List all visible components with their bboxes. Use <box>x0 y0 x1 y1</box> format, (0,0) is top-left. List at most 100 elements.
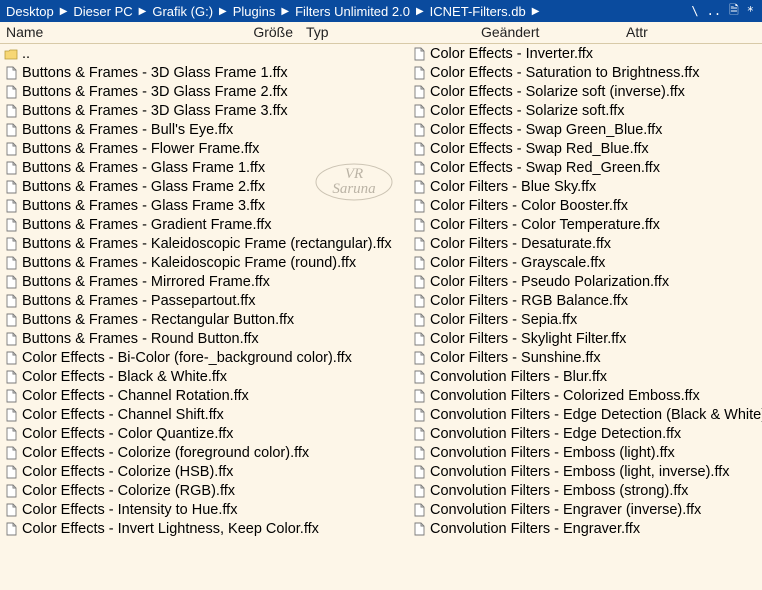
file-row[interactable]: Buttons & Frames - Gradient Frame.ffx <box>0 215 408 234</box>
column-header-modified[interactable]: Geändert <box>475 22 620 43</box>
crumb-fu20[interactable]: Filters Unlimited 2.0 <box>293 4 412 19</box>
file-label: Color Filters - Desaturate.ffx <box>430 236 611 252</box>
file-row[interactable]: Convolution Filters - Edge Detection (Bl… <box>408 405 762 424</box>
file-row[interactable]: Convolution Filters - Colorized Emboss.f… <box>408 386 762 405</box>
file-icon <box>4 104 18 118</box>
file-row[interactable]: Color Effects - Intensity to Hue.ffx <box>0 500 408 519</box>
column-header-type[interactable]: Typ <box>300 22 475 43</box>
file-row[interactable]: Buttons & Frames - Rectangular Button.ff… <box>0 310 408 329</box>
file-row[interactable]: Color Filters - Blue Sky.ffx <box>408 177 762 196</box>
file-label: .. <box>22 46 30 62</box>
column-header-name[interactable]: Name <box>0 22 238 43</box>
file-row[interactable]: Buttons & Frames - Glass Frame 2.ffx <box>0 177 408 196</box>
file-row[interactable]: Convolution Filters - Edge Detection.ffx <box>408 424 762 443</box>
file-row[interactable]: Buttons & Frames - Flower Frame.ffx <box>0 139 408 158</box>
file-row[interactable]: Color Effects - Solarize soft (inverse).… <box>408 82 762 101</box>
file-icon <box>412 294 426 308</box>
file-row[interactable]: Color Effects - Colorize (RGB).ffx <box>0 481 408 500</box>
file-row[interactable]: Color Filters - Sunshine.ffx <box>408 348 762 367</box>
file-row[interactable]: Buttons & Frames - 3D Glass Frame 3.ffx <box>0 101 408 120</box>
file-label: Buttons & Frames - Kaleidoscopic Frame (… <box>22 236 392 252</box>
file-row[interactable]: Buttons & Frames - 3D Glass Frame 2.ffx <box>0 82 408 101</box>
file-row[interactable]: Color Filters - Color Temperature.ffx <box>408 215 762 234</box>
file-row[interactable]: Color Effects - Swap Green_Blue.ffx <box>408 120 762 139</box>
file-row[interactable]: Color Effects - Swap Red_Green.ffx <box>408 158 762 177</box>
file-row[interactable]: Color Effects - Saturation to Brightness… <box>408 63 762 82</box>
toolbar-star-button[interactable]: * <box>743 4 758 18</box>
file-label: Buttons & Frames - Passepartout.ffx <box>22 293 255 309</box>
file-label: Buttons & Frames - Mirrored Frame.ffx <box>22 274 270 290</box>
crumb-plugins[interactable]: Plugins <box>231 4 278 19</box>
file-row[interactable]: Convolution Filters - Blur.ffx <box>408 367 762 386</box>
file-row[interactable]: Color Effects - Solarize soft.ffx <box>408 101 762 120</box>
file-icon <box>412 237 426 251</box>
parent-folder-row[interactable]: .. <box>0 44 408 63</box>
file-row[interactable]: Color Filters - Grayscale.ffx <box>408 253 762 272</box>
file-label: Color Filters - Sepia.ffx <box>430 312 577 328</box>
file-label: Convolution Filters - Engraver (inverse)… <box>430 502 701 518</box>
file-row[interactable]: Color Filters - Desaturate.ffx <box>408 234 762 253</box>
toolbar-up-button[interactable]: .. <box>703 4 725 18</box>
file-icon <box>412 427 426 441</box>
file-label: Buttons & Frames - 3D Glass Frame 2.ffx <box>22 84 288 100</box>
file-row[interactable]: Buttons & Frames - Round Button.ffx <box>0 329 408 348</box>
file-icon <box>4 180 18 194</box>
crumb-desktop[interactable]: Desktop <box>4 4 56 19</box>
file-row[interactable]: Buttons & Frames - Glass Frame 1.ffx <box>0 158 408 177</box>
file-row[interactable]: Convolution Filters - Engraver (inverse)… <box>408 500 762 519</box>
file-row[interactable]: Color Effects - Colorize (HSB).ffx <box>0 462 408 481</box>
file-row[interactable]: Color Effects - Bi-Color (fore-_backgrou… <box>0 348 408 367</box>
file-row[interactable]: Buttons & Frames - Bull's Eye.ffx <box>0 120 408 139</box>
file-row[interactable]: Color Filters - Color Booster.ffx <box>408 196 762 215</box>
file-label: Color Filters - Blue Sky.ffx <box>430 179 596 195</box>
file-row[interactable]: Color Effects - Channel Shift.ffx <box>0 405 408 424</box>
file-row[interactable]: Buttons & Frames - Passepartout.ffx <box>0 291 408 310</box>
file-row[interactable]: Color Effects - Black & White.ffx <box>0 367 408 386</box>
file-label: Buttons & Frames - Rectangular Button.ff… <box>22 312 294 328</box>
file-row[interactable]: Color Filters - Sepia.ffx <box>408 310 762 329</box>
file-row[interactable]: Convolution Filters - Emboss (light, inv… <box>408 462 762 481</box>
file-label: Convolution Filters - Edge Detection.ffx <box>430 426 681 442</box>
file-label: Buttons & Frames - Glass Frame 1.ffx <box>22 160 265 176</box>
column-header-size[interactable]: Größe <box>238 22 300 43</box>
file-row[interactable]: Buttons & Frames - Kaleidoscopic Frame (… <box>0 253 408 272</box>
file-row[interactable]: Color Filters - Pseudo Polarization.ffx <box>408 272 762 291</box>
file-row[interactable]: Color Effects - Invert Lightness, Keep C… <box>0 519 408 538</box>
column-header-row: Name Größe Typ Geändert Attr <box>0 22 762 44</box>
file-label: Color Filters - Pseudo Polarization.ffx <box>430 274 669 290</box>
file-row[interactable]: Color Effects - Colorize (foreground col… <box>0 443 408 462</box>
file-icon <box>4 218 18 232</box>
file-row[interactable]: Buttons & Frames - Kaleidoscopic Frame (… <box>0 234 408 253</box>
file-label: Buttons & Frames - Kaleidoscopic Frame (… <box>22 255 356 271</box>
file-icon <box>412 275 426 289</box>
file-icon <box>4 427 18 441</box>
file-row[interactable]: Color Filters - Skylight Filter.ffx <box>408 329 762 348</box>
file-row[interactable]: Convolution Filters - Engraver.ffx <box>408 519 762 538</box>
file-row[interactable]: Buttons & Frames - Mirrored Frame.ffx <box>0 272 408 291</box>
file-row[interactable]: Convolution Filters - Emboss (strong).ff… <box>408 481 762 500</box>
file-row[interactable]: Color Effects - Color Quantize.ffx <box>0 424 408 443</box>
file-row[interactable]: Buttons & Frames - Glass Frame 3.ffx <box>0 196 408 215</box>
crumb-icnet-db[interactable]: ICNET-Filters.db <box>428 4 528 19</box>
file-label: Buttons & Frames - Flower Frame.ffx <box>22 141 259 157</box>
file-label: Color Effects - Swap Green_Blue.ffx <box>430 122 662 138</box>
file-icon <box>4 465 18 479</box>
file-row[interactable]: Color Effects - Swap Red_Blue.ffx <box>408 139 762 158</box>
toolbar-root-button[interactable]: \ <box>687 4 702 18</box>
file-label: Color Effects - Colorize (foreground col… <box>22 445 309 461</box>
column-header-attr[interactable]: Attr <box>620 22 762 43</box>
file-label: Buttons & Frames - Gradient Frame.ffx <box>22 217 272 233</box>
file-row[interactable]: Buttons & Frames - 3D Glass Frame 1.ffx <box>0 63 408 82</box>
crumb-dieser-pc[interactable]: Dieser PC <box>71 4 134 19</box>
breadcrumb-bar: Desktop ▶ Dieser PC ▶ Grafik (G:) ▶ Plug… <box>0 0 762 22</box>
file-label: Color Effects - Intensity to Hue.ffx <box>22 502 237 518</box>
file-icon <box>4 332 18 346</box>
file-row[interactable]: Color Effects - Channel Rotation.ffx <box>0 386 408 405</box>
file-label: Buttons & Frames - 3D Glass Frame 1.ffx <box>22 65 288 81</box>
file-row[interactable]: Convolution Filters - Emboss (light).ffx <box>408 443 762 462</box>
toolbar-list-button[interactable]: 🗎 <box>725 1 743 22</box>
crumb-grafik-g[interactable]: Grafik (G:) <box>150 4 215 19</box>
file-column-right: Color Effects - Inverter.ffxColor Effect… <box>408 44 762 590</box>
file-row[interactable]: Color Effects - Inverter.ffx <box>408 44 762 63</box>
file-row[interactable]: Color Filters - RGB Balance.ffx <box>408 291 762 310</box>
